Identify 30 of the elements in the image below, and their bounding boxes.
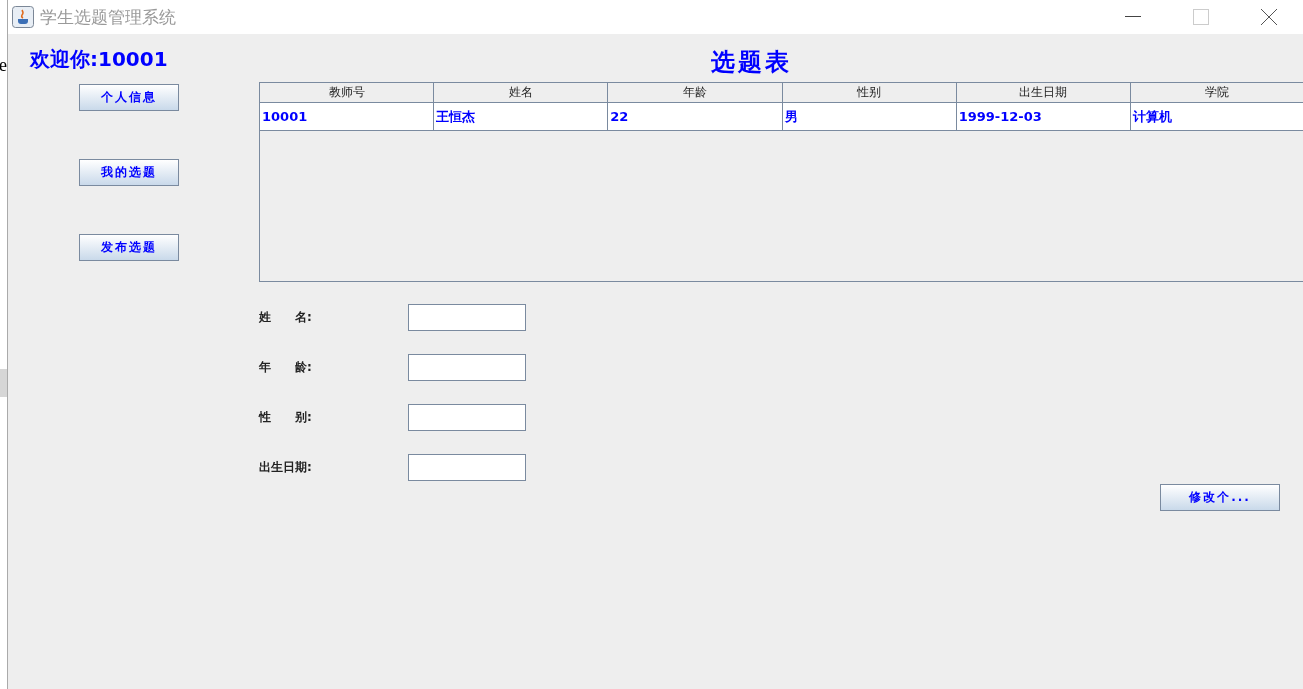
- nav-button[interactable]: 发布选题: [79, 234, 179, 261]
- column-header[interactable]: 出生日期: [956, 83, 1131, 103]
- field-label: 姓 名:: [259, 309, 313, 326]
- cup-icon: [12, 6, 34, 28]
- minimize-icon[interactable]: [1125, 16, 1141, 18]
- column-header[interactable]: 年龄: [608, 83, 783, 103]
- close-icon[interactable]: [1261, 9, 1277, 25]
- input-field[interactable]: [408, 404, 526, 431]
- field-label: 年 龄:: [259, 359, 313, 376]
- input-field[interactable]: [408, 354, 526, 381]
- input-field[interactable]: [408, 454, 526, 481]
- window-title: 学生选题管理系统: [40, 5, 176, 29]
- column-header[interactable]: 姓名: [434, 83, 609, 103]
- field-label: 性 别:: [259, 409, 313, 426]
- table-cell: 男: [782, 103, 957, 131]
- input-field[interactable]: [408, 304, 526, 331]
- edit-button[interactable]: 修改个...: [1160, 484, 1280, 511]
- column-header[interactable]: 性别: [782, 83, 957, 103]
- nav-button[interactable]: 个人信息: [79, 84, 179, 111]
- table-cell: 22: [608, 103, 783, 131]
- table-cell: 王恒杰: [434, 103, 609, 131]
- nav-button[interactable]: 我的选题: [79, 159, 179, 186]
- column-header[interactable]: 学院: [1130, 83, 1303, 103]
- background-text: e: [0, 56, 8, 74]
- table-title: 选题表: [710, 47, 792, 78]
- field-label: 出生日期:: [259, 459, 313, 476]
- table-cell: 10001: [260, 103, 435, 131]
- welcome-text: 欢迎你:10001: [30, 46, 169, 72]
- column-header[interactable]: 教师号: [260, 83, 435, 103]
- table-cell: 1999-12-03: [956, 103, 1131, 131]
